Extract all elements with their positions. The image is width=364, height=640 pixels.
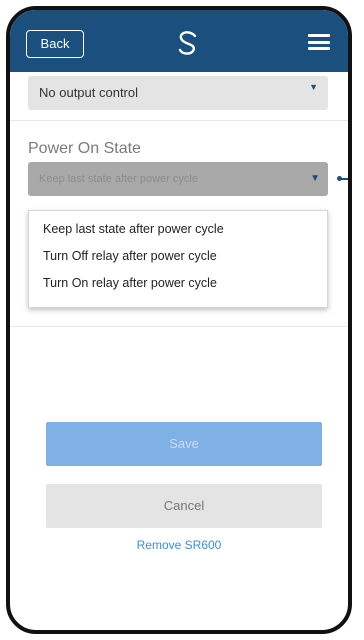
settings-content: No output control ▼ Power On State Keep … xyxy=(10,72,348,630)
app-header: Back xyxy=(10,10,348,72)
phone-frame: Back No output control ▼ Power On State … xyxy=(6,6,352,634)
remove-device-link[interactable]: Remove SR600 xyxy=(10,538,348,552)
cancel-button[interactable]: Cancel xyxy=(46,484,322,528)
salus-logo-icon xyxy=(178,31,197,55)
power-on-state-select[interactable]: Keep last state after power cycle ▼ xyxy=(28,162,328,196)
hamburger-menu-icon[interactable] xyxy=(308,34,330,50)
chevron-down-icon: ▼ xyxy=(309,82,318,92)
chevron-down-icon: ▼ xyxy=(310,173,320,184)
back-button[interactable]: Back xyxy=(26,30,84,58)
power-on-state-dropdown: Keep last state after power cycle Turn O… xyxy=(28,210,328,308)
pointer-marker xyxy=(337,176,348,181)
dropdown-option-turn-on[interactable]: Turn On relay after power cycle xyxy=(29,270,327,297)
output-control-select[interactable]: No output control ▼ xyxy=(28,76,328,110)
section-divider xyxy=(10,326,348,327)
power-on-state-value: Keep last state after power cycle xyxy=(39,173,198,185)
dropdown-option-keep-last[interactable]: Keep last state after power cycle xyxy=(29,216,327,243)
save-button[interactable]: Save xyxy=(46,422,322,466)
section-divider xyxy=(10,120,348,121)
dropdown-option-turn-off[interactable]: Turn Off relay after power cycle xyxy=(29,243,327,270)
output-control-value: No output control xyxy=(39,85,139,100)
power-on-state-label: Power On State xyxy=(28,140,141,157)
